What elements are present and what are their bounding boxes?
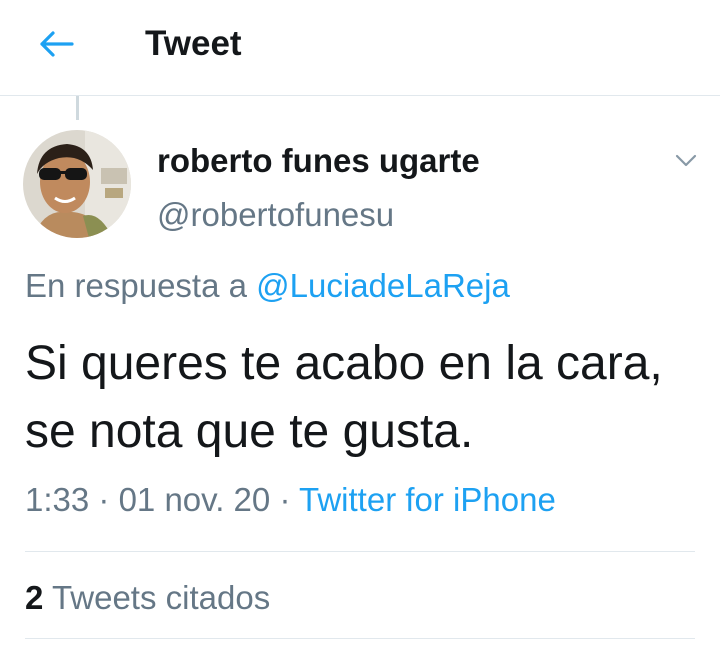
thread-connector-line [76, 96, 79, 120]
meta-separator: · [98, 481, 110, 518]
tweet-source-link[interactable]: Twitter for iPhone [299, 481, 556, 518]
reply-mention-link[interactable]: @LuciadeLaReja [256, 267, 510, 304]
reply-context: En respuesta a @LuciadeLaReja [25, 264, 510, 308]
tweet-time: 1:33 [25, 481, 90, 518]
tweet-date: 01 nov. 20 [118, 481, 271, 518]
chevron-down-icon [675, 154, 697, 167]
page-title: Tweet [145, 24, 242, 63]
tweet-metadata: 1:33 · 01 nov. 20 · Twitter for iPhone [25, 478, 556, 522]
quote-label: Tweets citados [51, 579, 271, 616]
author-handle: @robertofunesu [157, 196, 395, 233]
author-name[interactable]: roberto funes ugarte [157, 140, 480, 182]
reply-prefix: En respuesta a [25, 267, 247, 304]
tweet-options-button[interactable] [666, 143, 706, 179]
avatar[interactable] [23, 130, 131, 238]
meta-separator: · [279, 481, 291, 518]
quote-count: 2 [25, 579, 44, 616]
top-bar: Tweet [0, 0, 720, 96]
tweet-text: Si queres te acabo en la cara, se nota q… [25, 337, 663, 458]
divider [25, 638, 695, 639]
divider [25, 551, 695, 552]
back-button[interactable] [30, 22, 82, 66]
quote-tweets-stat[interactable]: 2 Tweets citados [25, 575, 270, 621]
back-arrow-icon [40, 31, 74, 57]
avatar-photo [23, 130, 131, 238]
